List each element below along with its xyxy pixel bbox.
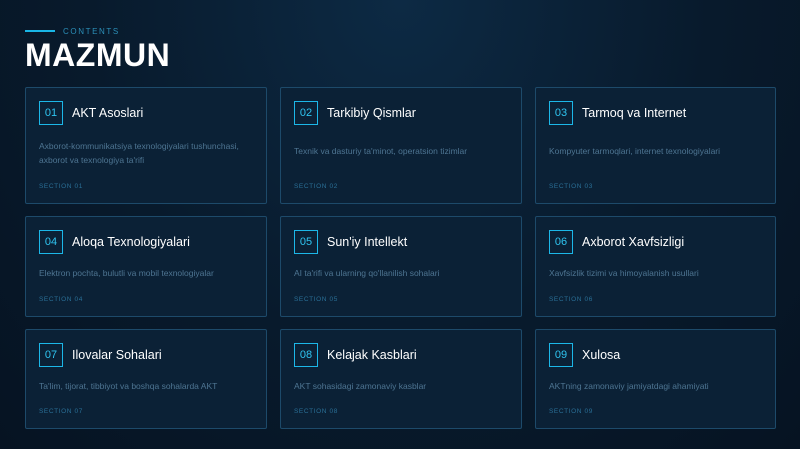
card-description: Xavfsizlik tizimi va himoyalanish usulla…	[549, 268, 699, 278]
card-header: 04 Aloqa Texnologiyalari	[39, 230, 253, 254]
card-section-label: SECTION 01	[39, 183, 83, 190]
card-title: Tarmoq va Internet	[582, 106, 687, 120]
card-header: 08 Kelajak Kasblari	[294, 343, 508, 367]
card-description: Ta'lim, tijorat, tibbiyot va boshqa soha…	[39, 381, 218, 391]
card-header: 05 Sun'iy Intellekt	[294, 230, 508, 254]
card-section-label: SECTION 03	[549, 183, 593, 190]
page-title: MAZMUN	[25, 37, 171, 73]
card-number-badge: 03	[549, 101, 573, 125]
card-description: Kompyuter tarmoqlari, internet texnologi…	[549, 146, 721, 156]
content-card-05[interactable]: 05 Sun'iy Intellekt AI ta'rifi va ularni…	[280, 216, 522, 317]
card-number-badge: 05	[294, 230, 318, 254]
card-section-label: SECTION 08	[294, 408, 338, 415]
card-section-label: SECTION 07	[39, 408, 83, 415]
card-header: 01 AKT Asoslari	[39, 101, 253, 125]
card-header: 07 Ilovalar Sohalari	[39, 343, 253, 367]
card-header: 03 Tarmoq va Internet	[549, 101, 762, 125]
content-card-07[interactable]: 07 Ilovalar Sohalari Ta'lim, tijorat, ti…	[25, 329, 267, 429]
card-number-badge: 08	[294, 343, 318, 367]
card-header: 02 Tarkibiy Qismlar	[294, 101, 508, 125]
card-title: Axborot Xavfsizligi	[582, 235, 685, 249]
content-card-03[interactable]: 03 Tarmoq va Internet Kompyuter tarmoqla…	[535, 87, 776, 204]
content-card-06[interactable]: 06 Axborot Xavfsizligi Xavfsizlik tizimi…	[535, 216, 776, 317]
content-card-04[interactable]: 04 Aloqa Texnologiyalari Elektron pochta…	[25, 216, 267, 317]
card-title: Sun'iy Intellekt	[327, 235, 408, 249]
card-number-badge: 04	[39, 230, 63, 254]
content-card-09[interactable]: 09 Xulosa AKTning zamonaviy jamiyatdagi …	[535, 329, 776, 429]
content-card-02[interactable]: 02 Tarkibiy Qismlar Texnik va dasturiy t…	[280, 87, 522, 204]
card-title: Kelajak Kasblari	[327, 348, 417, 362]
card-title: Ilovalar Sohalari	[72, 348, 162, 362]
card-section-label: SECTION 09	[549, 408, 593, 415]
card-number-badge: 09	[549, 343, 573, 367]
card-description: Axborot-kommunikatsiya texnologiyalari t…	[39, 141, 239, 165]
kicker-row: CONTENTS	[25, 26, 170, 36]
card-description: AKT sohasidagi zamonaviy kasblar	[294, 381, 427, 391]
card-number-badge: 01	[39, 101, 63, 125]
accent-line	[25, 30, 55, 32]
card-title: Tarkibiy Qismlar	[327, 106, 416, 120]
card-number-badge: 02	[294, 101, 318, 125]
card-description: AKTning zamonaviy jamiyatdagi ahamiyati	[549, 381, 709, 391]
card-section-label: SECTION 04	[39, 296, 83, 303]
card-title: Xulosa	[582, 348, 621, 362]
card-section-label: SECTION 06	[549, 296, 593, 303]
card-description: Elektron pochta, bulutli va mobil texnol…	[39, 268, 214, 278]
card-number-badge: 07	[39, 343, 63, 367]
card-description: Texnik va dasturiy ta'minot, operatsion …	[294, 146, 468, 156]
content-card-01[interactable]: 01 AKT Asoslari Axborot-kommunikatsiya t…	[25, 87, 267, 204]
card-title: AKT Asoslari	[72, 106, 144, 120]
card-header: 06 Axborot Xavfsizligi	[549, 230, 762, 254]
card-number-badge: 06	[549, 230, 573, 254]
card-description: AI ta'rifi va ularning qo'llanilish soha…	[294, 268, 440, 278]
kicker-label: CONTENTS	[63, 26, 120, 36]
card-title: Aloqa Texnologiyalari	[72, 235, 190, 249]
card-header: 09 Xulosa	[549, 343, 762, 367]
card-section-label: SECTION 05	[294, 296, 338, 303]
slide-header: CONTENTS MAZMUN	[25, 26, 170, 72]
contents-grid: 01 AKT Asoslari Axborot-kommunikatsiya t…	[25, 87, 776, 430]
card-section-label: SECTION 02	[294, 183, 338, 190]
content-card-08[interactable]: 08 Kelajak Kasblari AKT sohasidagi zamon…	[280, 329, 522, 429]
